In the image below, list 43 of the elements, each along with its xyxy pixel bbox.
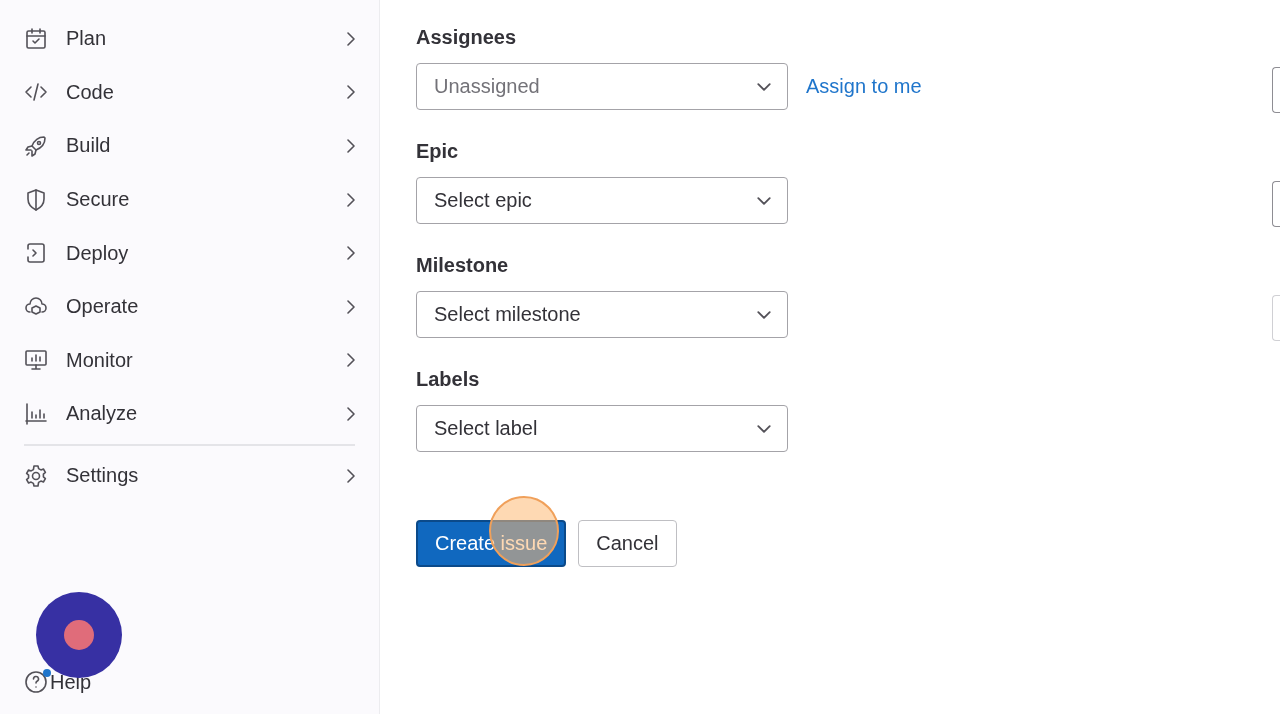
cancel-button[interactable]: Cancel	[578, 520, 677, 567]
chevron-down-icon	[757, 82, 771, 91]
nav-item[interactable]: Secure	[24, 172, 355, 227]
chevron-right-icon	[347, 299, 355, 314]
calendar-icon	[24, 26, 48, 51]
nav-item[interactable]: Monitor	[24, 333, 355, 388]
chevron-right-icon	[347, 468, 355, 483]
nav-item[interactable]: Build	[24, 119, 355, 173]
chevron-right-icon	[347, 353, 355, 368]
chevron-right-icon	[347, 192, 355, 207]
assign-link[interactable]: Assign to me	[806, 75, 922, 98]
chevron-down-icon	[757, 196, 771, 205]
field-label: Assignees	[416, 26, 518, 49]
settings-icon	[24, 463, 48, 488]
input-field[interactable]	[1272, 181, 1280, 227]
nav-item[interactable]: Analyze	[24, 387, 355, 441]
dropdown[interactable]: Select label	[416, 405, 788, 452]
bar-chart-icon	[24, 401, 48, 426]
help-link[interactable]: Help	[24, 670, 92, 694]
field-label: Milestone	[416, 254, 510, 277]
chevron-down-icon	[757, 424, 771, 433]
monitor-icon	[24, 348, 48, 373]
nav-item[interactable]: Operate	[24, 279, 355, 334]
nav-item[interactable]: Deploy	[24, 226, 355, 280]
dropdown[interactable]: Unassigned	[416, 63, 788, 110]
chevron-right-icon	[347, 31, 355, 46]
shield-icon	[24, 187, 48, 212]
nav-item[interactable]: Plan	[24, 12, 355, 66]
rocket-icon	[24, 134, 48, 158]
chevron-right-icon	[347, 139, 355, 153]
nav-item[interactable]: Code	[24, 65, 355, 120]
nav-item[interactable]: Settings	[24, 448, 355, 503]
deploy-icon	[24, 241, 48, 266]
help-icon	[24, 670, 48, 694]
chevron-right-icon	[347, 85, 355, 100]
chevron-right-icon	[347, 406, 355, 421]
field-label: Epic	[416, 140, 460, 163]
chevron-right-icon	[347, 246, 355, 261]
input-field[interactable]	[1272, 67, 1280, 113]
chevron-down-icon	[757, 310, 771, 319]
dropdown[interactable]: Select epic	[416, 177, 788, 224]
dropdown[interactable]: Select milestone	[416, 291, 788, 338]
field-label: Labels	[416, 368, 481, 391]
